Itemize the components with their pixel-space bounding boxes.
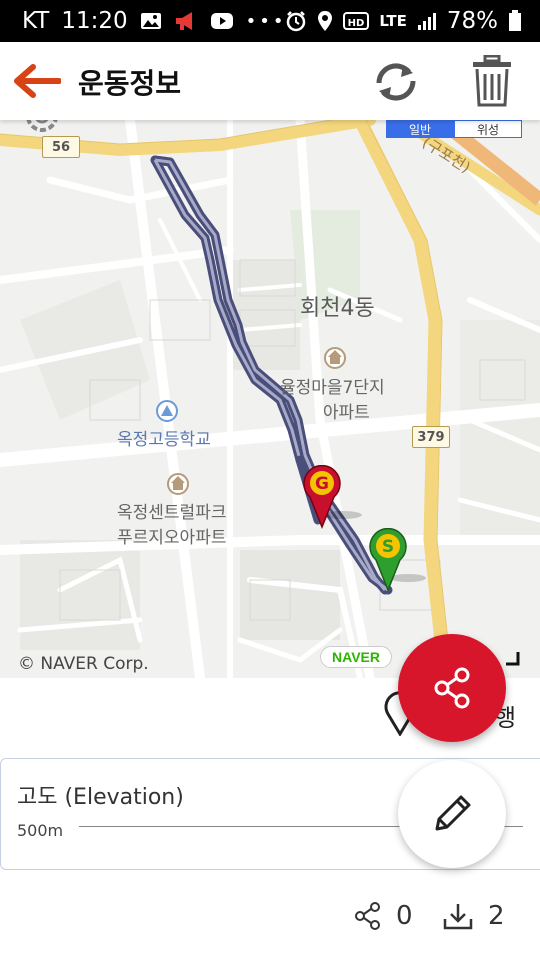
place-label-line: 아파트	[322, 403, 370, 423]
gallery-icon	[140, 11, 162, 31]
location-icon	[317, 10, 333, 32]
road-number-badge: 56	[42, 136, 80, 158]
place-label-line: 푸르지오아파트	[117, 528, 227, 548]
goal-marker-icon[interactable]: G	[302, 465, 342, 529]
map-type-normal[interactable]: 일반	[386, 120, 454, 138]
signal-icon	[417, 11, 437, 31]
share-icon	[434, 667, 470, 709]
elevation-tick-label: 500m	[17, 821, 64, 840]
download-count-button[interactable]: 2	[442, 896, 505, 936]
place-label-line: 옥정센트럴파크	[117, 503, 227, 523]
map-place-label: 율정마을7단지 아파트	[280, 373, 385, 423]
map-area-label: 회천4동	[300, 296, 375, 321]
map-type-toggle: 일반 위성	[386, 120, 522, 138]
map-base-layer	[0, 120, 540, 678]
more-notifications-icon: •••	[245, 10, 287, 32]
goal-marker-letter: G	[315, 474, 329, 494]
megaphone-icon	[174, 10, 198, 32]
edit-fab-button[interactable]	[398, 760, 506, 868]
route-map[interactable]: 일반 위성 56 379 회천4동 (구포천) 율정마을7단지 아파트 옥정고등…	[0, 120, 540, 678]
refresh-button[interactable]	[370, 58, 422, 106]
download-count: 2	[488, 901, 505, 931]
share-count: 0	[396, 901, 413, 931]
battery-icon	[508, 10, 522, 32]
youtube-icon	[210, 12, 234, 30]
map-place-label: 옥정센트럴파크 푸르지오아파트	[117, 498, 226, 548]
svg-text:HD: HD	[348, 18, 365, 29]
back-button[interactable]	[12, 60, 62, 102]
page-title: 운동정보	[78, 67, 182, 100]
share-fab-button[interactable]	[398, 634, 506, 742]
delete-button[interactable]	[466, 54, 518, 108]
start-marker-letter: S	[382, 537, 394, 557]
trash-icon	[473, 55, 511, 107]
carrier-label: KT	[22, 8, 50, 34]
alarm-icon	[285, 10, 307, 32]
refresh-icon	[376, 63, 416, 101]
app-bar: 운동정보	[0, 42, 540, 120]
clock: 11:20	[61, 8, 128, 34]
arrow-left-icon	[14, 64, 61, 98]
network-label: LTE	[379, 12, 407, 30]
map-place-label: 옥정고등학교	[117, 430, 211, 450]
pencil-icon	[435, 795, 471, 831]
map-type-satellite[interactable]: 위성	[454, 120, 522, 138]
battery-percent: 78%	[446, 8, 498, 34]
share-icon	[355, 902, 380, 930]
share-count-button[interactable]: 0	[354, 896, 413, 936]
download-icon	[443, 904, 473, 930]
elevation-title: 고도 (Elevation)	[17, 785, 184, 810]
map-copyright: © NAVER Corp.	[18, 654, 149, 674]
road-number-badge: 379	[412, 426, 450, 448]
scale-bar-icon	[506, 652, 520, 666]
start-marker-icon[interactable]: S	[368, 528, 408, 592]
naver-logo: NAVER	[320, 646, 392, 668]
hd-voice-icon: HD	[343, 11, 370, 31]
place-label-line: 율정마을7단지	[280, 378, 385, 398]
status-bar: KT 11:20 ••• HD LTE 78%	[0, 0, 540, 42]
